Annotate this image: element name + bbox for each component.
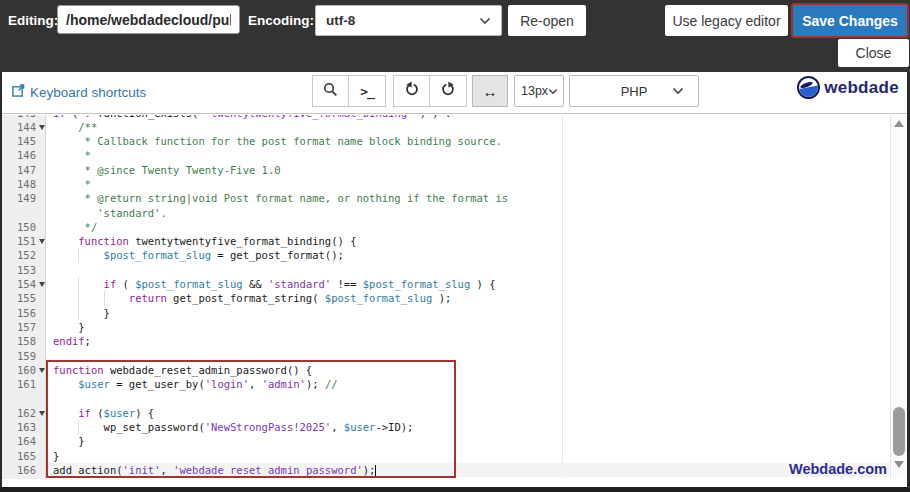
window-border-left — [0, 72, 2, 492]
chevron-down-icon — [479, 17, 491, 25]
vertical-scrollbar[interactable] — [890, 115, 907, 478]
gutter-line-number[interactable]: 159 — [2, 349, 46, 363]
gutter-line-number[interactable]: 148 — [2, 177, 46, 191]
close-button[interactable]: Close — [838, 39, 909, 67]
gutter-line-number[interactable] — [2, 391, 46, 405]
toggle-width-button[interactable]: ↔ — [472, 75, 508, 107]
file-path-input[interactable] — [57, 5, 240, 34]
reopen-button[interactable]: Re-open — [508, 5, 586, 36]
save-changes-button[interactable]: Save Changes — [791, 3, 909, 38]
code-line[interactable]: * @since Twenty Twenty-Five 1.0 — [53, 163, 889, 177]
fold-arrow-icon[interactable] — [39, 411, 45, 416]
horizontal-arrows-icon: ↔ — [483, 83, 498, 100]
scroll-up-icon[interactable] — [894, 120, 904, 127]
code-line[interactable]: function twentytwentyfive_format_binding… — [53, 234, 889, 248]
encoding-select[interactable]: utf-8 — [315, 5, 502, 36]
code-line[interactable]: $post_format_slug = get_post_format(); — [53, 248, 889, 262]
gutter-line-number[interactable]: 151 — [2, 234, 46, 248]
gutter-line-number[interactable]: 161 — [2, 377, 46, 391]
code-line[interactable]: return get_post_format_string( $post_for… — [53, 291, 889, 305]
gutter-line-number[interactable]: 152 — [2, 248, 46, 262]
gutter-line-number[interactable]: 153 — [2, 263, 46, 277]
gutter-line-number[interactable]: 150 — [2, 220, 46, 234]
chevron-down-icon — [672, 87, 684, 95]
use-legacy-editor-button[interactable]: Use legacy editor — [665, 5, 788, 36]
redo-icon — [440, 81, 456, 101]
gutter-line-number[interactable]: 145 — [2, 134, 46, 148]
undo-button[interactable] — [393, 75, 430, 107]
code-line[interactable]: } — [53, 306, 889, 320]
search-button[interactable] — [312, 75, 349, 107]
line-numbers: 1431441451461471481491501511521531541551… — [2, 115, 46, 477]
gutter-line-number[interactable]: 165 — [2, 449, 46, 463]
watermark-text: Webdade.com — [789, 462, 887, 476]
syntax-mode-value: PHP — [621, 84, 648, 99]
code-line[interactable]: if ( $post_format_slug && 'standard' !==… — [53, 277, 889, 291]
webdade-logo-icon — [797, 76, 820, 99]
gutter-line-number[interactable] — [2, 206, 46, 220]
gutter-line-number[interactable]: 146 — [2, 148, 46, 162]
syntax-mode-select[interactable]: PHP — [569, 75, 699, 107]
code-line[interactable]: } — [53, 320, 889, 334]
gutter-line-number[interactable]: 162 — [2, 406, 46, 420]
gutter-line-number[interactable]: 154 — [2, 277, 46, 291]
font-size-select[interactable]: 13px — [514, 75, 564, 107]
highlight-box — [46, 360, 456, 478]
fold-arrow-icon[interactable] — [39, 282, 45, 287]
code-line[interactable]: 'standard'. — [53, 206, 889, 220]
scroll-down-icon[interactable] — [894, 461, 904, 468]
gutter-line-number[interactable]: 155 — [2, 291, 46, 305]
code-line[interactable]: */ — [53, 220, 889, 234]
gutter-line-number[interactable]: 160 — [2, 363, 46, 377]
undo-icon — [404, 81, 420, 101]
code-line[interactable]: * — [53, 148, 889, 162]
encoding-label: Encoding: — [248, 13, 314, 28]
code-line[interactable] — [53, 263, 889, 277]
gutter-line-number[interactable]: 156 — [2, 306, 46, 320]
keyboard-shortcuts-label: Keyboard shortcuts — [30, 85, 146, 100]
fold-arrow-icon[interactable] — [39, 368, 45, 373]
chevron-down-icon — [548, 88, 558, 95]
gutter-line-number[interactable]: 166 — [2, 463, 46, 477]
editing-label: Editing: — [8, 13, 58, 28]
scrollbar-thumb[interactable] — [893, 407, 905, 456]
terminal-icon: >_ — [360, 84, 374, 99]
keyboard-shortcuts-link[interactable]: Keyboard shortcuts — [12, 84, 146, 100]
fold-arrow-icon[interactable] — [39, 239, 45, 244]
encoding-value: utf-8 — [326, 13, 355, 28]
external-link-icon — [12, 84, 25, 100]
fold-arrow-icon[interactable] — [39, 125, 45, 130]
webdade-logo-text: webdade — [824, 78, 899, 98]
code-line[interactable]: * @return string|void Post format name, … — [53, 191, 889, 205]
gutter-line-number[interactable]: 149 — [2, 191, 46, 205]
webdade-logo: webdade — [797, 76, 899, 99]
terminal-button[interactable]: >_ — [349, 75, 386, 107]
gutter-line-number[interactable]: 144 — [2, 120, 46, 134]
redo-button[interactable] — [430, 75, 467, 107]
font-size-value: 13px — [521, 84, 548, 98]
window-border-bottom — [0, 487, 910, 492]
editor-toolbar: Keyboard shortcuts >_ ↔ 13px PHP webdade — [2, 72, 907, 114]
gutter-line-number[interactable]: 158 — [2, 334, 46, 348]
code-line[interactable]: * — [53, 177, 889, 191]
code-line[interactable]: /** — [53, 120, 889, 134]
gutter-line-number[interactable]: 164 — [2, 434, 46, 448]
gutter-line-number[interactable]: 147 — [2, 163, 46, 177]
header-bar: Editing: Encoding: utf-8 Re-open Use leg… — [0, 0, 910, 72]
search-icon — [323, 82, 338, 101]
code-line[interactable]: * Callback function for the post format … — [53, 134, 889, 148]
gutter-line-number[interactable]: 157 — [2, 320, 46, 334]
code-line[interactable]: endif; — [53, 334, 889, 348]
gutter-line-number[interactable]: 163 — [2, 420, 46, 434]
code-editor[interactable]: 1431441451461471481491501511521531541551… — [2, 115, 907, 487]
